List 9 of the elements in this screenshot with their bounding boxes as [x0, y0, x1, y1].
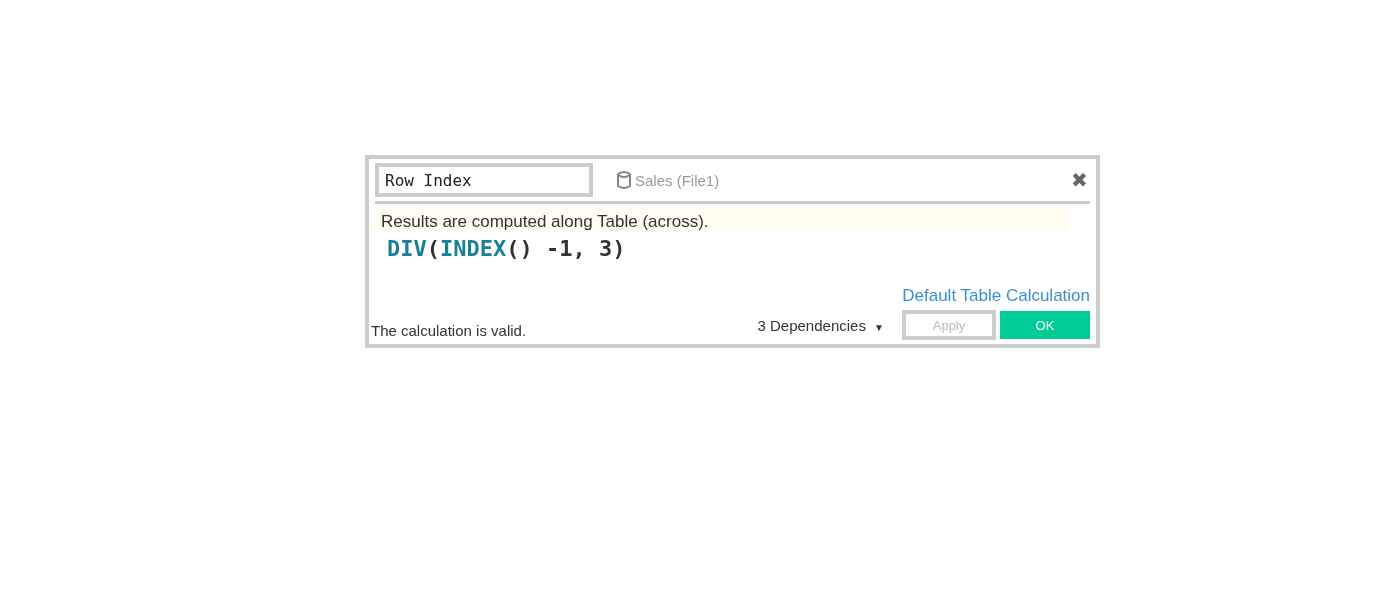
dependencies-dropdown[interactable]: 3 Dependencies ▼: [751, 315, 890, 335]
name-field[interactable]: Row Index: [375, 163, 593, 197]
default-table-calculation-link[interactable]: Default Table Calculation: [902, 286, 1090, 306]
close-button[interactable]: ✖: [1069, 168, 1090, 192]
formula-editor[interactable]: DIV(INDEX() -1, 3): [375, 232, 1090, 280]
status-message: The calculation is valid.: [371, 321, 527, 339]
database-icon: [617, 171, 631, 189]
info-banner: Results are computed along Table (across).: [375, 208, 1067, 232]
data-source-label: Sales (File1): [617, 171, 720, 189]
